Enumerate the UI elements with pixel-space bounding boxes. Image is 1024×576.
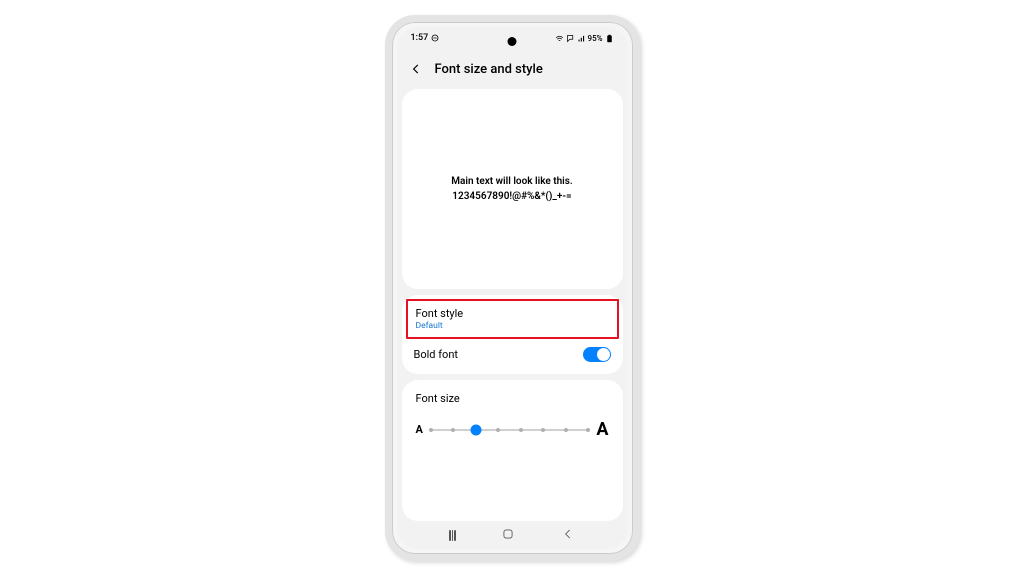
signal-icon	[577, 34, 586, 43]
bold-font-label: Bold font	[414, 348, 459, 361]
nav-back-button[interactable]	[561, 526, 575, 545]
font-style-value: Default	[416, 321, 464, 331]
preview-text-line2: 1234567890!@#%&*()_+-=	[452, 189, 571, 204]
home-icon	[501, 527, 515, 541]
navigation-bar	[397, 521, 628, 549]
back-button[interactable]	[409, 62, 423, 76]
page-title: Font size and style	[435, 62, 543, 77]
font-size-slider-row: A A	[416, 419, 609, 440]
font-style-row[interactable]: Font style Default	[406, 299, 619, 339]
slider-step-dot	[519, 428, 523, 432]
nav-recents-button[interactable]	[449, 530, 456, 541]
font-preview-card: Main text will look like this. 123456789…	[402, 89, 623, 289]
font-size-slider[interactable]	[431, 429, 589, 431]
chevron-left-icon	[409, 62, 423, 76]
font-size-card: Font size A A	[402, 380, 623, 521]
battery-icon	[605, 34, 614, 43]
wifi-icon	[555, 34, 564, 43]
status-time: 1:57	[411, 33, 429, 43]
phone-screen: 1:57 95% Font size and style Main text w…	[397, 27, 628, 549]
slider-step-dot	[564, 428, 568, 432]
power-button	[633, 187, 636, 222]
nav-home-button[interactable]	[501, 526, 515, 545]
front-camera	[508, 37, 517, 46]
large-a-icon: A	[596, 419, 608, 440]
slider-thumb[interactable]	[470, 424, 481, 435]
slider-step-dot	[496, 428, 500, 432]
small-a-icon: A	[416, 423, 423, 436]
slider-step-dot	[429, 428, 433, 432]
preview-text-line1: Main text will look like this.	[451, 174, 573, 189]
chevron-left-icon	[561, 527, 575, 541]
slider-step-dot	[586, 428, 590, 432]
bold-font-toggle[interactable]	[583, 347, 611, 362]
volume-button	[633, 117, 636, 172]
slider-step-dot	[541, 428, 545, 432]
font-style-label: Font style	[416, 307, 464, 320]
phone-frame: 1:57 95% Font size and style Main text w…	[385, 15, 640, 561]
bold-font-row[interactable]: Bold font	[402, 339, 623, 370]
page-header: Font size and style	[397, 49, 628, 89]
content: Main text will look like this. 123456789…	[397, 89, 628, 521]
do-not-disturb-icon	[431, 34, 439, 42]
slider-step-dot	[451, 428, 455, 432]
volte-icon	[566, 34, 575, 43]
font-size-label: Font size	[416, 392, 609, 405]
battery-percent: 95%	[588, 34, 603, 43]
settings-card: Font style Default Bold font	[402, 295, 623, 374]
